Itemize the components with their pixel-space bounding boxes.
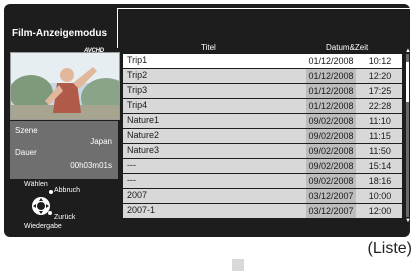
back-dot-icon <box>48 211 52 215</box>
list-item-date: 09/02/2008 <box>306 144 356 158</box>
list-item-title: --- <box>127 175 136 185</box>
list-item-time: 12:20 <box>368 71 392 81</box>
list-item[interactable]: Trip1 01/12/2008 10:12 <box>123 54 402 69</box>
scene-value: Japan <box>90 137 112 146</box>
list-item-date: 01/12/2008 <box>306 54 356 68</box>
list-item-date: 01/12/2008 <box>306 84 356 98</box>
list-item-time: 12:00 <box>368 206 392 216</box>
list-item-date: 09/02/2008 <box>306 129 356 143</box>
help-select: Wählen <box>24 181 48 188</box>
list-item-title: 2007 <box>127 190 148 200</box>
film-display-mode-screen: Film-Anzeigemodus AVCHD Szene Japan Daue… <box>4 4 410 237</box>
avchd-badge: AVCHD <box>84 48 104 54</box>
callout-line-top <box>117 8 410 9</box>
list-item[interactable]: 2007-1 03/12/2007 12:00 <box>123 204 402 219</box>
list-item[interactable]: --- 09/02/2008 15:14 <box>123 159 402 174</box>
list-item-time: 11:10 <box>369 116 391 126</box>
list-item-time: 17:25 <box>368 86 392 96</box>
list-item-title: Nature2 <box>127 130 160 140</box>
page-marker <box>232 259 244 271</box>
list-item-title: Trip4 <box>127 100 148 110</box>
list-item-title: Nature3 <box>127 145 160 155</box>
list-item-date: 01/12/2008 <box>306 99 356 113</box>
list-item-date: 03/12/2007 <box>306 189 356 203</box>
list-item-time: 18:16 <box>368 176 392 186</box>
scene-label: Szene <box>15 126 38 135</box>
list-item-date: 09/02/2008 <box>306 174 356 188</box>
list-item[interactable]: 2007 03/12/2007 10:00 <box>123 189 402 204</box>
list-item-date: 09/02/2008 <box>306 114 356 128</box>
duration-label: Dauer <box>15 148 37 157</box>
callout-line <box>117 8 118 48</box>
help-playback: Wiedergabe <box>24 223 62 230</box>
list-item-date: 09/02/2008 <box>306 159 356 173</box>
list-item[interactable]: Trip2 01/12/2008 12:20 <box>123 69 402 84</box>
list-item-time: 11:50 <box>369 146 391 156</box>
title-list: Trip1 01/12/2008 10:12 Trip2 01/12/2008 12:20… <box>123 54 402 219</box>
column-header-datetime: Datum&Zeit <box>326 43 369 52</box>
list-item[interactable]: Trip3 01/12/2008 17:25 <box>123 84 402 99</box>
help-cancel: Abbruch <box>54 187 81 194</box>
list-item-time: 22:28 <box>368 101 392 111</box>
list-item-title: Nature1 <box>127 115 160 125</box>
scrollbar-thumb[interactable] <box>406 62 409 102</box>
list-item[interactable]: Nature3 09/02/2008 11:50 <box>123 144 402 159</box>
help-back: Zurück <box>54 214 76 221</box>
list-item-title: Trip3 <box>127 85 148 95</box>
list-item-time: 15:14 <box>368 161 392 171</box>
list-item-date: 01/12/2008 <box>306 69 356 83</box>
list-item[interactable]: Trip4 01/12/2008 22:28 <box>123 99 402 114</box>
scrollbar[interactable] <box>406 54 409 217</box>
scroll-down-arrow-icon[interactable]: ▼ <box>405 218 410 224</box>
list-item[interactable]: Nature2 09/02/2008 11:15 <box>123 129 402 144</box>
list-item[interactable]: Nature1 09/02/2008 11:10 <box>123 114 402 129</box>
list-item-title: --- <box>127 160 136 170</box>
duration-value: 00h03m01s <box>70 161 112 170</box>
list-item-title: 2007-1 <box>127 205 156 215</box>
column-header-title: Titel <box>201 43 216 52</box>
view-caption: (Liste) <box>367 240 412 257</box>
list-item-date: 03/12/2007 <box>306 204 356 218</box>
cancel-dot-icon <box>49 190 53 194</box>
list-item-time: 10:12 <box>368 56 392 66</box>
list-item-time: 10:00 <box>368 191 392 201</box>
list-item-title: Trip2 <box>127 70 148 80</box>
list-item[interactable]: --- 09/02/2008 18:16 <box>123 174 402 189</box>
video-thumbnail <box>10 52 120 120</box>
scene-info-box: Szene Japan Dauer 00h03m01s <box>10 121 118 179</box>
panel-title: Film-Anzeigemodus <box>12 28 108 39</box>
list-item-title: Trip1 <box>127 55 148 65</box>
list-item-time: 11:15 <box>369 131 391 141</box>
